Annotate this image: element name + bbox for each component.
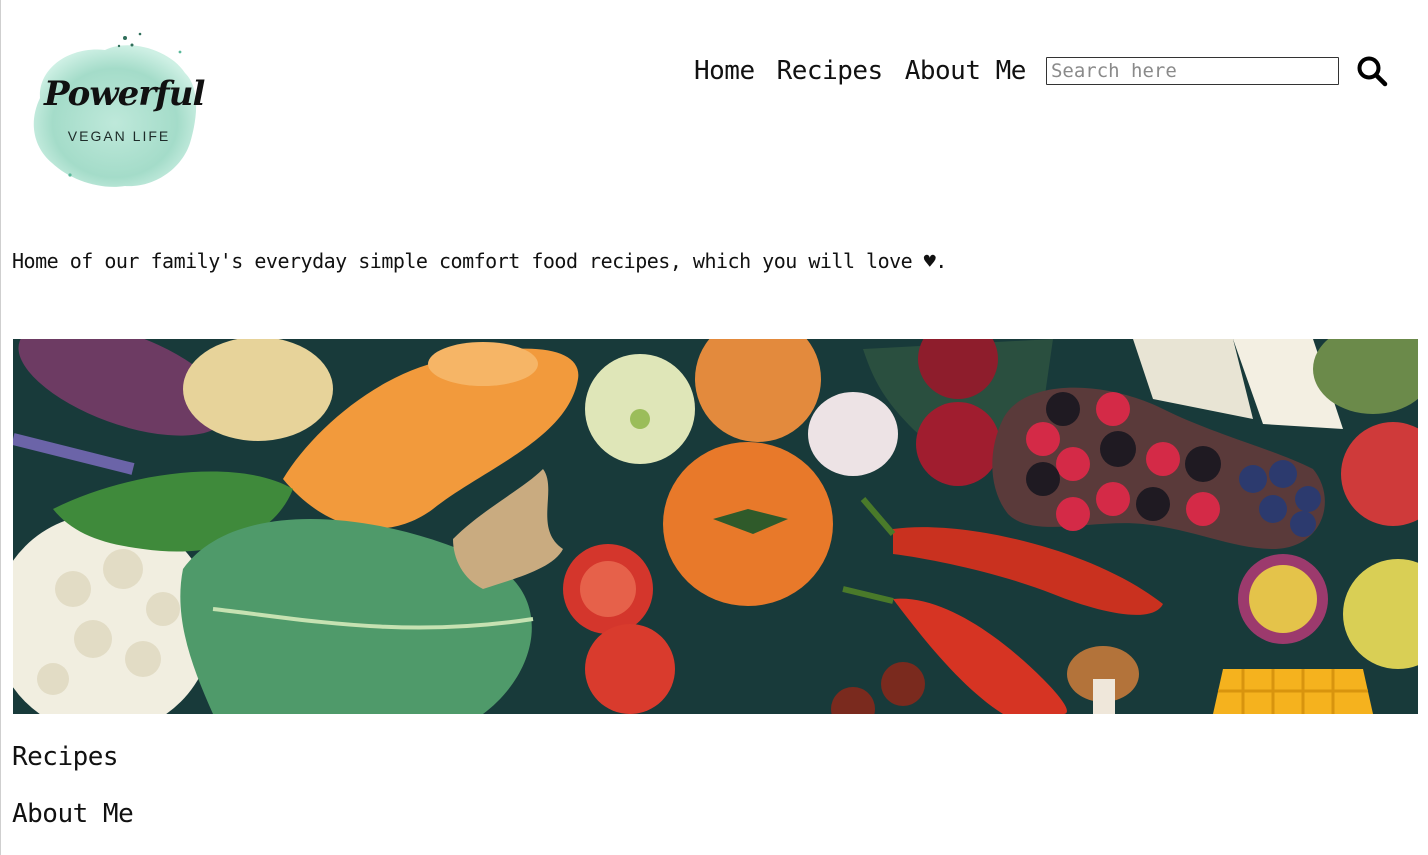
- search-input[interactable]: [1045, 57, 1339, 85]
- search-button[interactable]: [1355, 54, 1389, 88]
- logo-tagline-text: VEGAN LIFE: [67, 128, 171, 144]
- page-left-border: [0, 0, 1, 855]
- section-link-about-me[interactable]: About Me: [12, 799, 134, 829]
- nav-link-recipes[interactable]: Recipes: [777, 56, 884, 86]
- nav-link-home[interactable]: Home: [694, 56, 755, 86]
- hero-banner-image: [13, 339, 1418, 714]
- search-icon: [1357, 56, 1388, 87]
- section-link-recipes[interactable]: Recipes: [12, 742, 119, 772]
- vegetables-illustration: [13, 339, 1418, 714]
- nav-link-about-me[interactable]: About Me: [905, 56, 1027, 86]
- site-logo[interactable]: Powerful VEGAN LIFE: [20, 28, 205, 193]
- main-nav: Home Recipes About Me: [694, 53, 1389, 89]
- logo-brand-text: Powerful: [44, 74, 205, 114]
- intro-text: Home of our family's everyday simple com…: [12, 249, 947, 273]
